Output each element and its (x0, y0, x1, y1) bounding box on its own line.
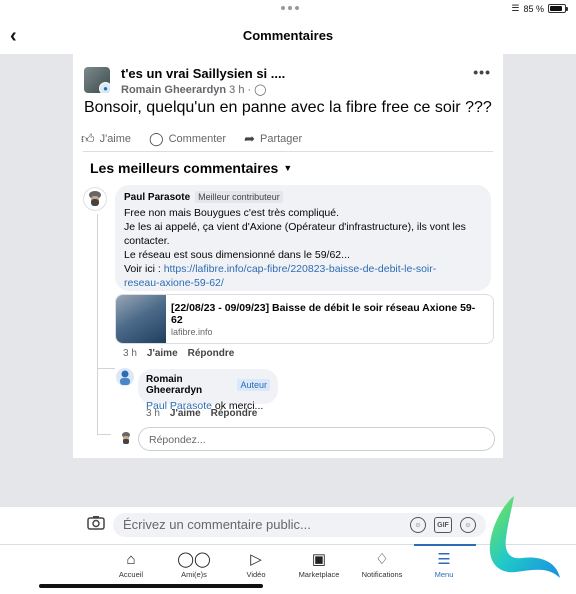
comment-text-prefix: Voir ici : (124, 263, 164, 275)
top-header: ‹ Commentaires (0, 18, 576, 54)
tab-label: Notifications (361, 570, 403, 579)
comment-text-line: Le réseau est sous dimensionné dans le 5… (124, 249, 350, 261)
tab-friends[interactable]: ◯◯ Ami(e)s (162, 550, 226, 579)
page-title: Commentaires (242, 28, 334, 43)
reply-author-row: Romain Gheerardyn Auteur (146, 374, 270, 396)
divider (83, 151, 493, 152)
tab-label: Ami(e)s (181, 570, 207, 579)
emoji-icon[interactable]: ☺ (460, 517, 476, 533)
link-preview-thumbnail (116, 295, 166, 343)
comment-link-continued[interactable]: reseau-axione-59-62/ (124, 276, 482, 290)
link-preview-card[interactable]: [22/08/23 - 09/09/23] Baisse de débit le… (115, 294, 494, 344)
comment-text-line: contacter. (124, 235, 170, 247)
reply-bubble: Romain Gheerardyn Auteur Paul Parasote o… (138, 369, 278, 412)
avatar-sticker-icon[interactable]: ☺ (410, 517, 426, 533)
comment-placeholder: Écrivez un commentaire public... (123, 517, 311, 532)
post-time: 3 h · (229, 83, 252, 96)
bell-icon: ♢ (375, 551, 389, 568)
avatar-illustration-icon (122, 432, 130, 444)
composer-icons: ☺ GIF ☺ (410, 517, 476, 533)
link-preview-title: [22/08/23 - 09/09/23] Baisse de débit le… (171, 302, 476, 326)
battery-percent: 85 % (523, 3, 544, 14)
thread-line (97, 368, 115, 369)
tab-marketplace[interactable]: ▣ Marketplace (287, 550, 351, 579)
share-label: Partager (259, 133, 303, 145)
tab-menu[interactable]: ☰ Menu (412, 550, 476, 579)
marketplace-icon: ▣ (311, 551, 327, 568)
menu-icon: ☰ (437, 551, 451, 568)
like-button[interactable]: 👍︎ J'aime (81, 131, 131, 147)
author-badge: Auteur (237, 379, 270, 391)
battery-icon (548, 4, 568, 13)
status-bar: ☰ 85 % (0, 0, 576, 18)
top-contributor-badge: Meilleur contributeur (195, 191, 283, 203)
tab-notifications[interactable]: ♢ Notifications (350, 550, 414, 579)
thread-line (97, 214, 98, 434)
tab-label: Marketplace (298, 570, 340, 579)
thread-line (97, 434, 111, 435)
best-comments-filter[interactable]: Les meilleurs commentaires ▼ (90, 160, 292, 176)
share-arrow-icon: ➦ (244, 131, 255, 146)
avatar-illustration-icon (83, 187, 107, 211)
comment-bubble-icon: ◯ (149, 131, 164, 146)
post-actions: 👍︎ J'aime ◯ Commenter ➦ Partager (81, 131, 302, 147)
home-icon: ⌂ (126, 551, 136, 568)
best-comments-label: Les meilleurs commentaires (90, 160, 279, 176)
comment-text-line: Free non mais Bouygues c'est très compli… (124, 207, 340, 219)
watermark-logo (489, 496, 560, 578)
reply-time: 3 h (146, 408, 160, 419)
comment-bubble: Paul Parasote Meilleur contributeur Free… (115, 185, 491, 291)
comment-actions: 3 h J'aime Répondre (123, 348, 234, 359)
reply-like-button[interactable]: J'aime (170, 408, 201, 419)
link-preview-domain: lafibre.info (171, 327, 213, 337)
comment-author[interactable]: Paul Parasote (124, 192, 190, 203)
comment-link-line: Voir ici : https://lafibre.info/cap-fibr… (124, 262, 482, 276)
reply-reply-button[interactable]: Répondre (211, 408, 258, 419)
chevron-down-icon: ▼ (283, 163, 293, 173)
author-mini-avatar: ● (99, 82, 110, 93)
thumbs-up-icon: 👍︎ (81, 131, 95, 146)
comment-input[interactable]: Écrivez un commentaire public... ☺ GIF ☺ (113, 513, 486, 537)
tab-label: Menu (434, 570, 454, 579)
avatar[interactable] (116, 368, 134, 386)
tab-video[interactable]: ▷ Vidéo (224, 550, 288, 579)
reply-actions: 3 h J'aime Répondre (146, 408, 257, 419)
comment-link[interactable]: https://lafibre.info/cap-fibre/220823-ba… (164, 263, 437, 275)
video-icon: ▷ (250, 551, 262, 568)
group-avatar[interactable]: ● (84, 67, 110, 93)
group-name[interactable]: t'es un vrai Saillysien si .... (121, 66, 285, 81)
comment-author-row: Paul Parasote Meilleur contributeur (124, 191, 482, 203)
avatar[interactable] (83, 187, 107, 211)
multitasking-dots-icon[interactable] (281, 6, 299, 10)
tab-label: Vidéo (246, 570, 266, 579)
reply-author[interactable]: Romain Gheerardyn (146, 374, 232, 396)
reply-input[interactable]: Répondez... (138, 427, 495, 451)
status-right: ☰ 85 % (511, 3, 568, 14)
current-user-avatar (118, 430, 134, 446)
comment-text-line: Je les ai appelé, ça vient d'Axione (Opé… (124, 221, 466, 233)
post-meta: Romain Gheerardyn 3 h · ◯ (121, 83, 267, 97)
wifi-icon: ☰ (511, 3, 520, 13)
comment-label: Commenter (168, 133, 227, 145)
friends-icon: ◯◯ (177, 551, 211, 568)
post-card: ● t'es un vrai Saillysien si .... Romain… (73, 54, 503, 458)
more-options-icon[interactable]: ••• (473, 64, 491, 80)
post-text: Bonsoir, quelqu'un en panne avec la fibr… (84, 99, 492, 116)
gif-icon[interactable]: GIF (434, 517, 452, 533)
comment-time: 3 h (123, 348, 137, 359)
comment-button[interactable]: ◯ Commenter (149, 131, 226, 147)
tab-home[interactable]: ⌂ Accueil (99, 550, 163, 579)
like-label: J'aime (99, 133, 132, 145)
camera-icon[interactable] (85, 515, 107, 533)
comment-like-button[interactable]: J'aime (147, 348, 178, 359)
post-author[interactable]: Romain Gheerardyn (121, 84, 226, 96)
comment-reply-button[interactable]: Répondre (188, 348, 235, 359)
tab-label: Accueil (118, 570, 144, 579)
globe-icon: ◯ (254, 84, 267, 96)
share-button[interactable]: ➦ Partager (244, 131, 302, 147)
active-tab-indicator (414, 544, 476, 546)
avatar-illustration-icon (120, 370, 130, 385)
home-indicator[interactable] (39, 584, 263, 588)
